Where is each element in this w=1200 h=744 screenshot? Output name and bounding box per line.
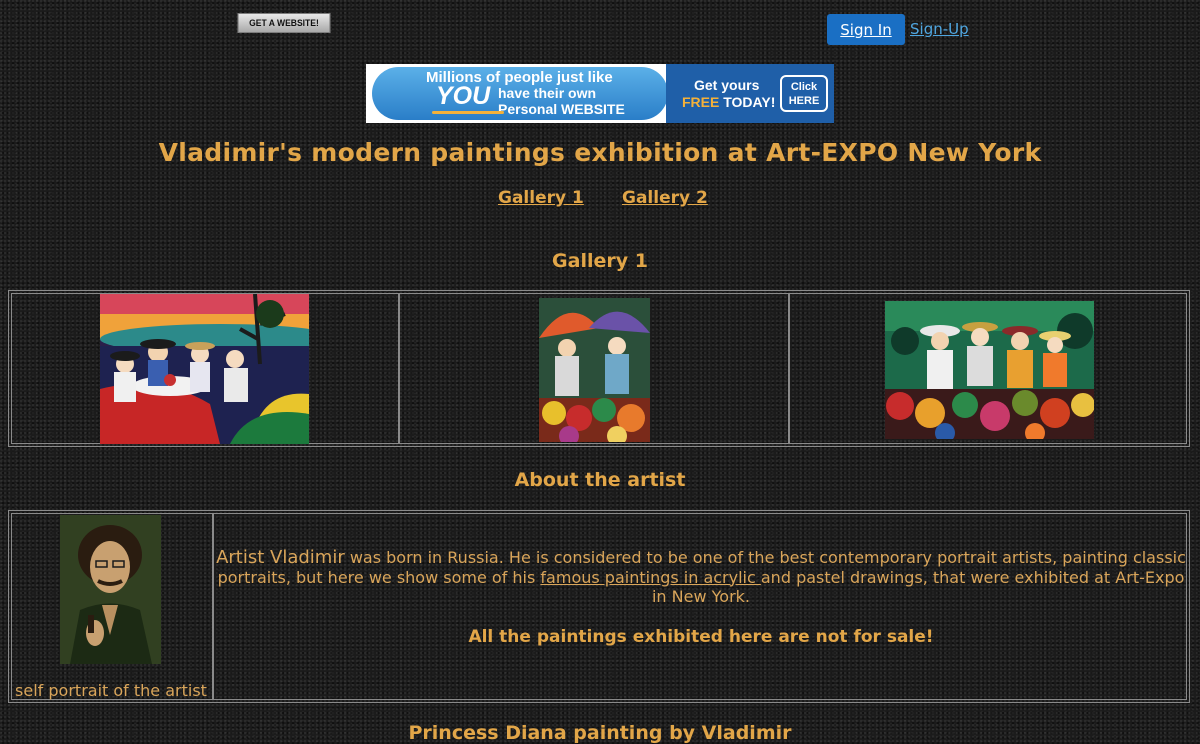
sign-up-link[interactable]: Sign-Up xyxy=(910,20,969,38)
website-ad-banner[interactable]: Millions of people just like YOU have th… xyxy=(366,64,834,123)
acrylic-paintings-link[interactable]: famous paintings in acrylic xyxy=(540,568,760,587)
portrait-caption: self portrait of the artist xyxy=(15,681,207,700)
banner-today: TODAY! xyxy=(723,94,776,110)
banner-line-2: have their own Personal WEBSITE xyxy=(498,85,625,117)
banner-you: YOU xyxy=(436,82,491,110)
gallery-2-link[interactable]: Gallery 2 xyxy=(622,188,708,208)
not-for-sale-notice: All the paintings exhibited here are not… xyxy=(468,627,934,647)
banner-free-today: FREE TODAY! xyxy=(682,94,775,110)
painting-cafe-terrace[interactable] xyxy=(100,294,309,444)
banner-click-here-button[interactable]: Click HERE xyxy=(780,75,828,112)
artist-name: Artist Vladimir xyxy=(216,547,345,568)
sign-in-button[interactable]: Sign In xyxy=(827,14,905,45)
about-table xyxy=(8,510,1190,703)
banner-here-label: HERE xyxy=(788,95,820,107)
page-title: Vladimir's modern paintings exhibition a… xyxy=(158,138,1042,167)
self-portrait-image[interactable] xyxy=(60,515,161,664)
banner-get-yours: Get yours xyxy=(694,77,760,93)
banner-click-label: Click xyxy=(790,81,818,93)
gallery-heading: Gallery 1 xyxy=(552,250,648,272)
banner-line-2b: Personal WEBSITE xyxy=(498,101,625,117)
painting-parasols[interactable] xyxy=(539,298,650,442)
about-text: Artist Vladimir was born in Russia. He i… xyxy=(215,548,1187,607)
princess-diana-heading: Princess Diana painting by Vladimir xyxy=(408,722,792,744)
get-website-button[interactable]: GET A WEBSITE! xyxy=(237,13,331,33)
about-text-cell xyxy=(213,513,1187,700)
painting-ladies-in-hats[interactable] xyxy=(885,301,1094,439)
banner-line-2a: have their own xyxy=(498,85,597,101)
gallery-1-link[interactable]: Gallery 1 xyxy=(498,188,584,208)
about-heading: About the artist xyxy=(514,469,686,491)
banner-free: FREE xyxy=(682,94,720,110)
banner-swoosh xyxy=(432,111,504,114)
